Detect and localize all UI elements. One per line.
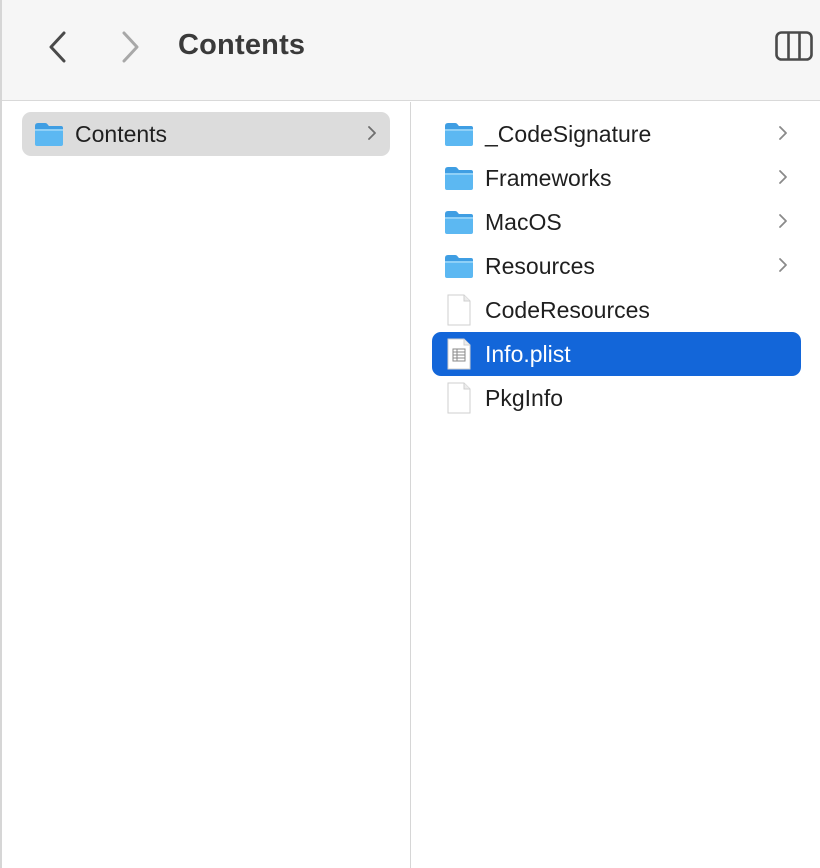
folder-icon (442, 205, 476, 239)
view-mode-button[interactable] (774, 29, 814, 63)
chevron-right-icon (366, 123, 378, 143)
folder-item-resources[interactable]: Resources (432, 244, 801, 288)
folder-icon (442, 161, 476, 195)
file-item-pkginfo[interactable]: PkgInfo (432, 376, 801, 420)
chevron-right-icon (777, 123, 789, 143)
chevron-right-icon (777, 255, 789, 275)
chevron-left-icon (49, 31, 66, 63)
item-label: CodeResources (485, 296, 650, 323)
column-1[interactable]: Contents (2, 102, 411, 868)
folder-icon (32, 117, 66, 151)
folder-item-frameworks[interactable]: Frameworks (432, 156, 801, 200)
chevron-right-icon (122, 31, 139, 63)
item-label: Resources (485, 252, 595, 279)
columns-view-icon (775, 31, 813, 61)
chevron-right-icon (777, 211, 789, 231)
forward-button[interactable] (110, 26, 150, 68)
folder-icon (442, 117, 476, 151)
toolbar: Contents (2, 0, 820, 101)
plist-file-icon (442, 337, 476, 371)
item-label: Frameworks (485, 164, 612, 191)
folder-icon (442, 249, 476, 283)
item-label: PkgInfo (485, 384, 563, 411)
chevron-right-icon (777, 167, 789, 187)
item-label: MacOS (485, 208, 562, 235)
folder-item-codesignature[interactable]: _CodeSignature (432, 112, 801, 156)
document-icon (442, 381, 476, 415)
back-button[interactable] (38, 26, 78, 68)
file-item-coderesources[interactable]: CodeResources (432, 288, 801, 332)
folder-item-contents[interactable]: Contents (22, 112, 390, 156)
item-label: Contents (75, 120, 168, 147)
document-icon (442, 293, 476, 327)
folder-item-macos[interactable]: MacOS (432, 200, 801, 244)
column-2[interactable]: _CodeSignature Frameworks MacOS Resources Co… (412, 102, 820, 868)
item-label: Info.plist (485, 340, 571, 367)
item-label: _CodeSignature (485, 120, 652, 147)
window-title: Contents (178, 29, 306, 61)
file-item-info-plist[interactable]: Info.plist (432, 332, 801, 376)
finder-window: Contents Contents _CodeSignature Framewor… (0, 0, 820, 868)
